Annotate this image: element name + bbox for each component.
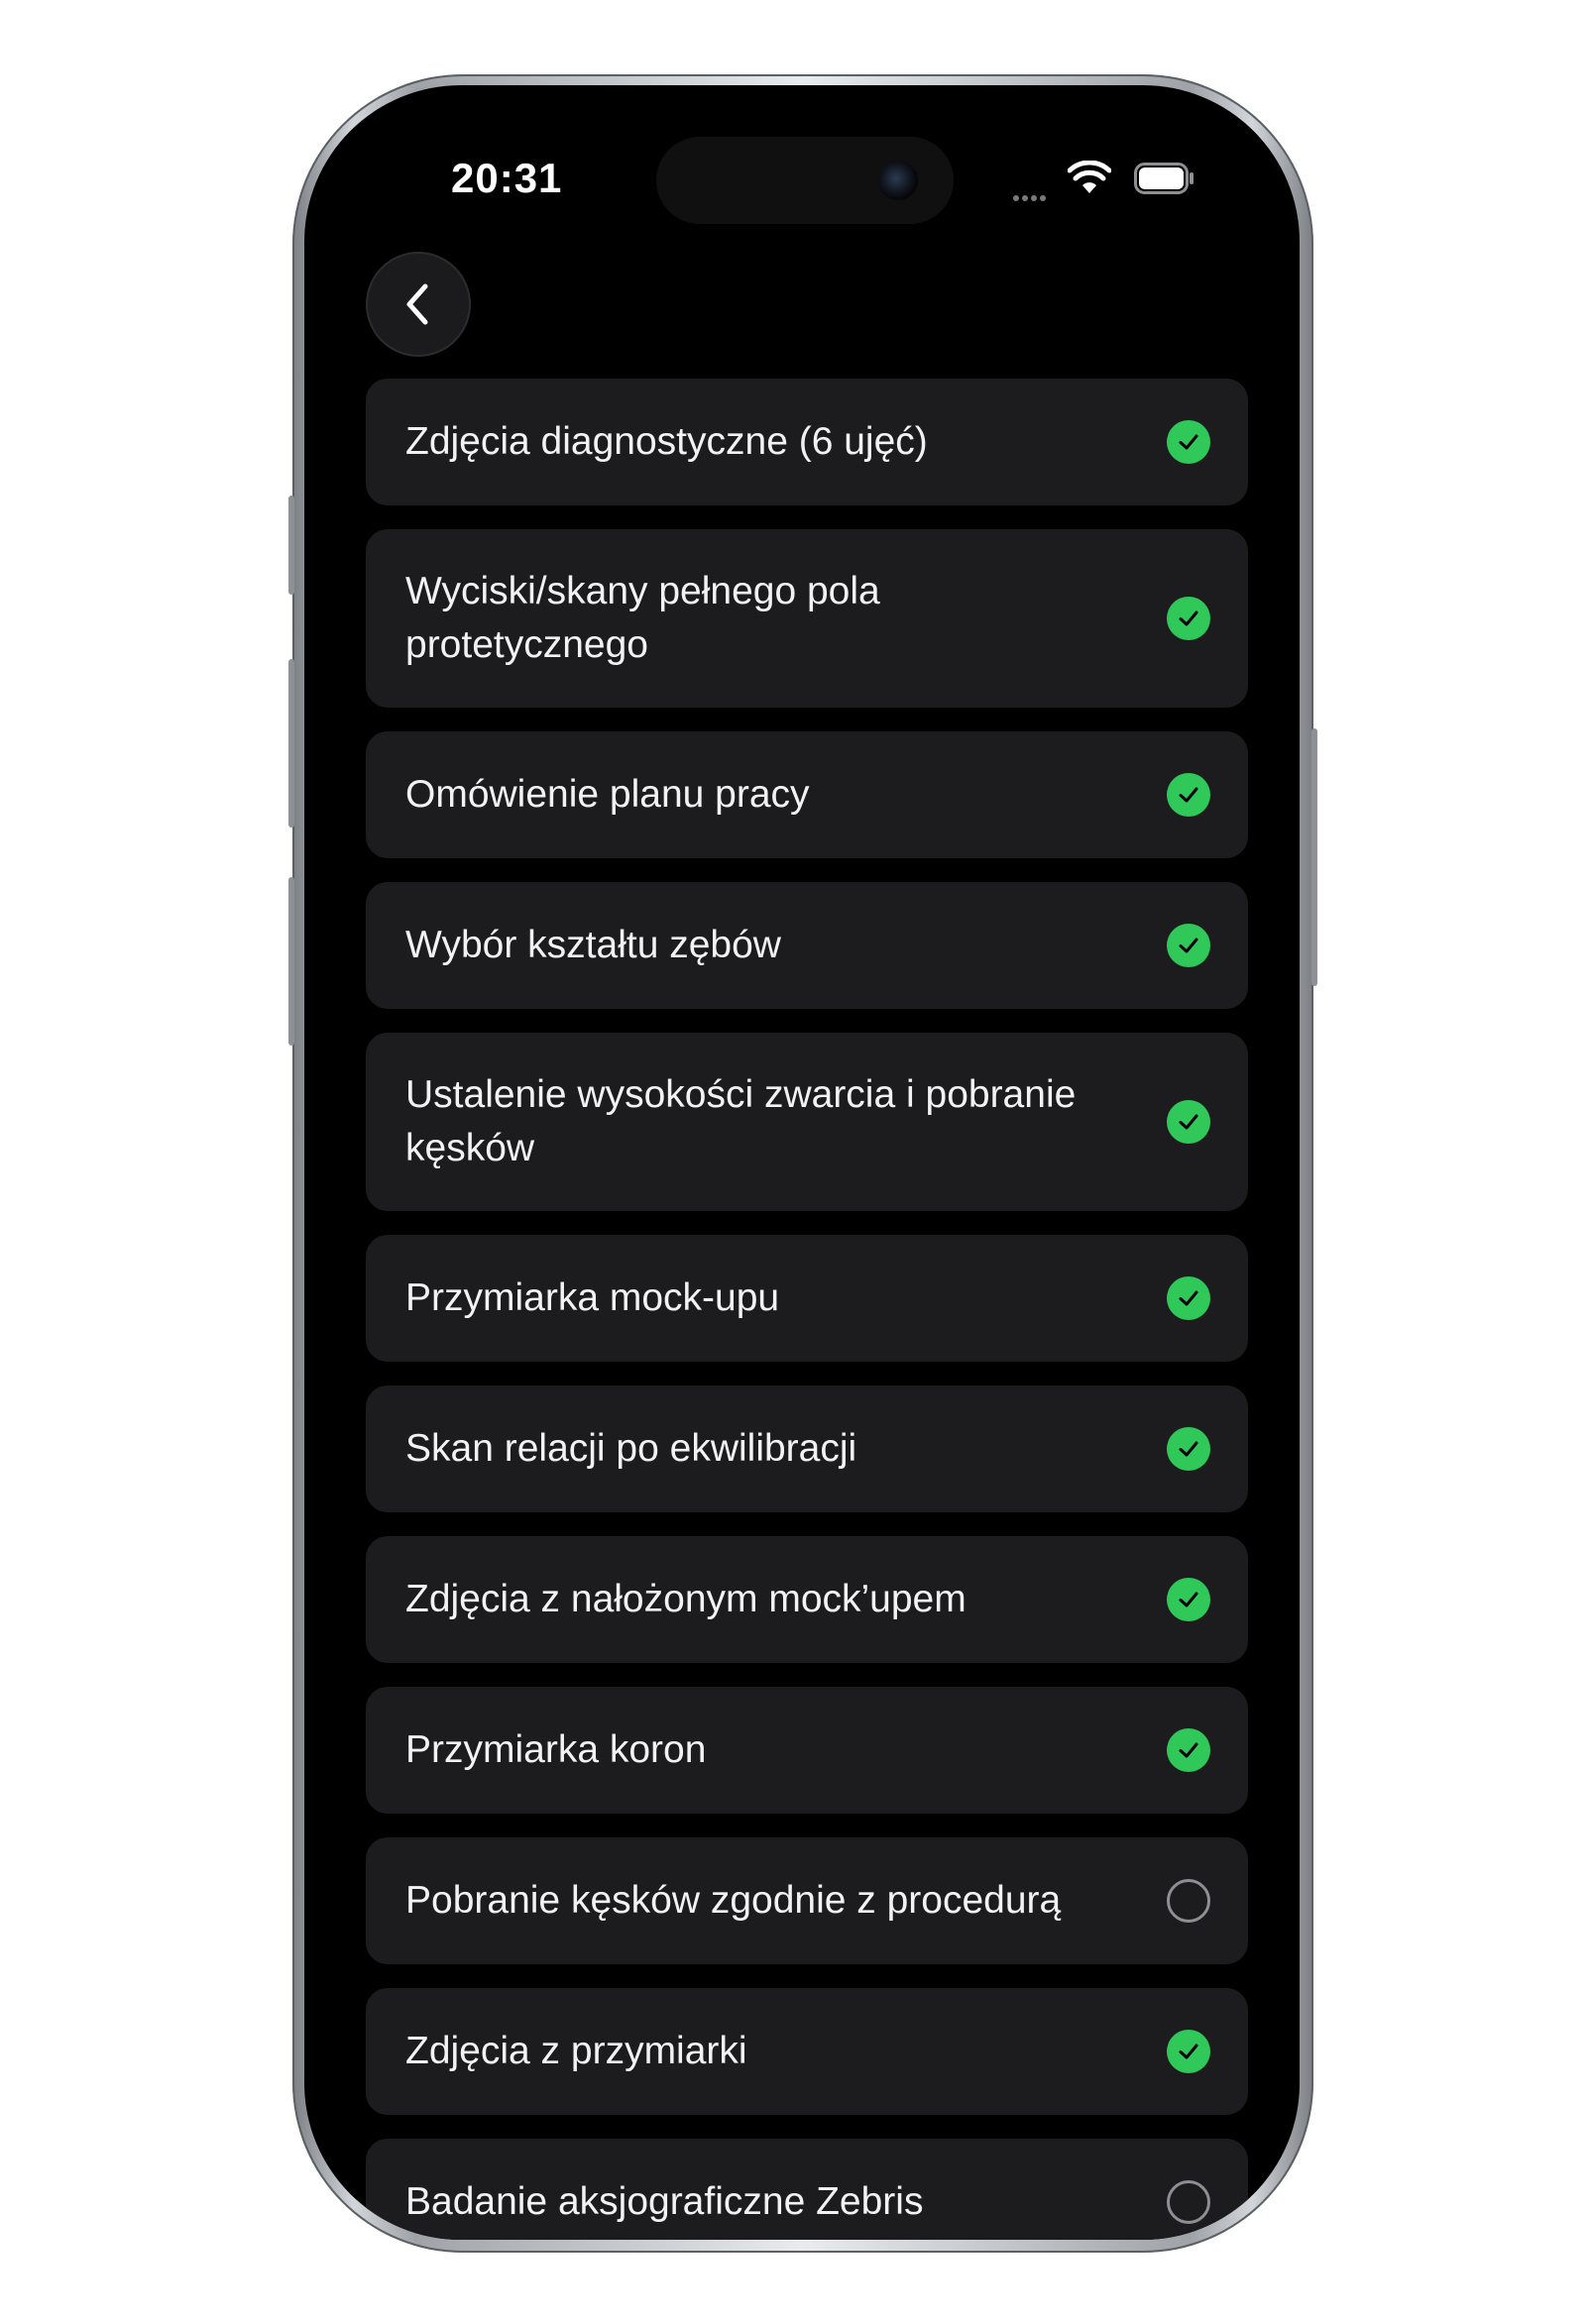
checklist-item[interactable]: Wybór kształtu zębów — [366, 882, 1248, 1009]
checklist-item[interactable]: Zdjęcia diagnostyczne (6 ujęć) — [366, 379, 1248, 505]
battery-icon — [1134, 163, 1194, 194]
checkmark-circle-icon[interactable] — [1167, 924, 1210, 967]
volume-up-button — [288, 659, 294, 828]
checklist-item-label: Wyciski/skany pełnego pola protetycznego — [405, 570, 880, 666]
checkmark-circle-icon[interactable] — [1167, 1728, 1210, 1772]
checklist-item-label: Omówienie planu pracy — [405, 773, 810, 816]
checkmark-circle-icon[interactable] — [1167, 420, 1210, 464]
checklist-item-label: Zdjęcia z nałożonym mock’upem — [405, 1578, 967, 1620]
checklist-item-label: Zdjęcia diagnostyczne (6 ujęć) — [405, 420, 928, 463]
status-time: 20:31 — [451, 155, 563, 201]
dynamic-island — [656, 137, 954, 224]
volume-down-button — [288, 877, 294, 1046]
checklist-item-label: Skan relacji po ekwilibracji — [405, 1427, 857, 1470]
chevron-left-icon — [406, 283, 428, 325]
checklist-item-label: Wybór kształtu zębów — [405, 924, 781, 966]
checkmark-circle-icon[interactable] — [1167, 1427, 1210, 1471]
checklist-item[interactable]: Badanie aksjograficzne Zebris — [366, 2139, 1248, 2240]
checklist-item[interactable]: Przymiarka mock-upu — [366, 1235, 1248, 1362]
checklist-item[interactable]: Zdjęcia z przymiarki — [366, 1988, 1248, 2115]
wifi-icon — [1068, 161, 1111, 193]
checkmark-circle-icon[interactable] — [1167, 2030, 1210, 2073]
checklist-item[interactable]: Zdjęcia z nałożonym mock’upem — [366, 1536, 1248, 1663]
checklist-item[interactable]: Wyciski/skany pełnego pola protetycznego — [366, 529, 1248, 708]
back-button[interactable] — [366, 252, 471, 357]
checklist-item-label: Przymiarka mock-upu — [405, 1276, 780, 1319]
empty-circle-icon[interactable] — [1167, 1879, 1210, 1923]
checklist-item[interactable]: Skan relacji po ekwilibracji — [366, 1385, 1248, 1512]
front-camera-icon — [878, 161, 918, 200]
checkmark-circle-icon[interactable] — [1167, 1276, 1210, 1320]
empty-circle-icon[interactable] — [1167, 2180, 1210, 2224]
checklist-item-label: Przymiarka koron — [405, 1728, 707, 1771]
phone-screen: 20:31 Zdjęcia diagnostyczne (6 ujęć) Wyc… — [304, 85, 1300, 2240]
checkmark-circle-icon[interactable] — [1167, 597, 1210, 640]
checklist-item[interactable]: Omówienie planu pracy — [366, 731, 1248, 858]
checkmark-circle-icon[interactable] — [1167, 1578, 1210, 1621]
checklist-item-label: Pobranie kęsków zgodnie z procedurą — [405, 1879, 1062, 1922]
checklist-item[interactable]: Pobranie kęsków zgodnie z procedurą — [366, 1837, 1248, 1964]
checklist-item[interactable]: Ustalenie wysokości zwarcia i pobranie k… — [366, 1033, 1248, 1211]
checklist-item-label: Ustalenie wysokości zwarcia i pobranie k… — [405, 1073, 1077, 1169]
checklist: Zdjęcia diagnostyczne (6 ujęć) Wyciski/s… — [366, 379, 1248, 2240]
checkmark-circle-icon[interactable] — [1167, 773, 1210, 817]
checklist-item[interactable]: Przymiarka koron — [366, 1687, 1248, 1814]
power-button — [1311, 728, 1317, 986]
checkmark-circle-icon[interactable] — [1167, 1100, 1210, 1144]
checklist-item-label: Zdjęcia z przymiarki — [405, 2030, 747, 2072]
action-button — [288, 496, 294, 595]
cellular-signal-icon — [1013, 188, 1049, 206]
checklist-item-label: Badanie aksjograficzne Zebris — [405, 2180, 924, 2223]
